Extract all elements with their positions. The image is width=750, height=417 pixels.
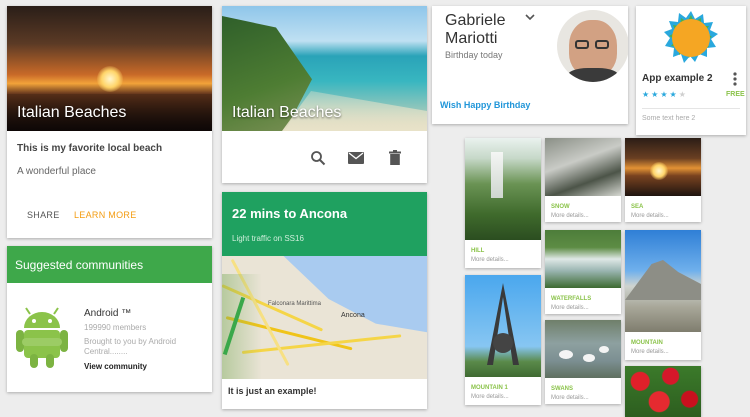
free-badge: FREE	[726, 91, 745, 98]
roses-photo	[625, 366, 701, 417]
mountain-photo	[625, 230, 701, 332]
app-logo-icon	[664, 11, 718, 63]
avatar	[557, 10, 628, 82]
last-name: Mariotti	[445, 30, 498, 47]
grid-item-more: More details...	[551, 213, 589, 219]
communities-card: Suggested communities Android ™ 199990 m…	[7, 246, 212, 392]
grid-item-label: SEA	[631, 204, 644, 210]
android-logo-icon	[16, 307, 68, 368]
grid-item-mountain-1[interactable]: MOUNTAIN 1 More details...	[465, 275, 541, 405]
grid-item-more: More details...	[471, 394, 509, 400]
community-byline-2: Central........	[84, 347, 128, 356]
overflow-menu-icon[interactable]	[733, 72, 737, 86]
traffic-footer: It is just an example!	[228, 386, 317, 396]
grid-item-roses[interactable]	[625, 366, 701, 417]
grid-item-hill[interactable]: HILL More details...	[465, 138, 541, 268]
grid-item-label: HILL	[471, 248, 485, 254]
traffic-map[interactable]	[222, 256, 427, 379]
app-title: App example 2	[642, 73, 713, 84]
grid-item-swans[interactable]: SWANS More details...	[545, 320, 621, 404]
traffic-header	[222, 192, 427, 256]
birthday-card: Gabriele Mariotti Birthday today Wish Ha…	[432, 6, 628, 124]
card-heading: This is my favorite local beach	[17, 143, 163, 154]
community-name: Android ™	[84, 308, 132, 319]
app-subtext: Some text here 2	[642, 115, 696, 122]
traffic-subtitle: Light traffic on SS16	[232, 234, 304, 243]
communities-header-title: Suggested communities	[15, 258, 144, 272]
chevron-down-icon[interactable]	[525, 14, 535, 21]
rating-stars: ★★★★★	[642, 90, 688, 99]
grid-item-label: SWANS	[551, 386, 574, 392]
grid-item-snow[interactable]: SNOW More details...	[545, 138, 621, 222]
card-subtitle: A wonderful place	[17, 166, 96, 177]
mountain-1-photo	[465, 275, 541, 377]
share-button[interactable]: SHARE	[27, 210, 60, 220]
beach-card-sunset: Italian Beaches This is my favorite loca…	[7, 6, 212, 238]
first-name: Gabriele	[445, 12, 506, 29]
grid-item-more: More details...	[631, 213, 669, 219]
learn-more-button[interactable]: LEARN MORE	[74, 210, 137, 220]
card-title: Italian Beaches	[17, 104, 127, 121]
app-card: App example 2 ★★★★★ FREE Some text here …	[636, 6, 746, 135]
grid-item-label: MOUNTAIN	[631, 340, 663, 346]
search-icon[interactable]	[310, 150, 326, 166]
grid-item-more: More details...	[471, 257, 509, 263]
grid-item-more: More details...	[551, 395, 589, 401]
card-title: Italian Beaches	[232, 104, 342, 121]
map-label-falconara: Falconara Marittima	[268, 301, 322, 307]
divider	[642, 108, 740, 109]
community-members: 199990 members	[84, 323, 147, 332]
waterfalls-photo	[545, 230, 621, 288]
snow-photo	[545, 138, 621, 196]
swans-photo	[545, 320, 621, 378]
birthday-subtitle: Birthday today	[445, 50, 503, 60]
mail-icon[interactable]	[348, 152, 364, 164]
delete-icon[interactable]	[389, 150, 401, 165]
traffic-card: 22 mins to Ancona Light traffic on SS16 …	[222, 192, 427, 409]
grid-item-more: More details...	[551, 305, 589, 311]
wish-birthday-button[interactable]: Wish Happy Birthday	[440, 100, 530, 110]
grid-item-sea[interactable]: SEA More details...	[625, 138, 701, 222]
grid-item-mountain[interactable]: MOUNTAIN More details...	[625, 230, 701, 360]
grid-item-more: More details...	[631, 349, 669, 355]
sea-photo	[625, 138, 701, 196]
hill-photo	[465, 138, 541, 240]
grid-item-label: SNOW	[551, 204, 570, 210]
community-byline: Brought to you by Android	[84, 337, 177, 346]
grid-item-label: WATERFALLS	[551, 296, 592, 302]
grid-item-waterfalls[interactable]: WATERFALLS More details...	[545, 230, 621, 314]
traffic-title: 22 mins to Ancona	[232, 206, 348, 221]
beach-card-coast: Italian Beaches	[222, 6, 427, 183]
view-community-button[interactable]: View community	[84, 362, 147, 371]
grid-item-label: MOUNTAIN 1	[471, 385, 508, 391]
map-label-ancona: Ancona	[341, 312, 365, 319]
sun-glow	[97, 66, 123, 92]
bell-tower-icon	[487, 283, 519, 365]
